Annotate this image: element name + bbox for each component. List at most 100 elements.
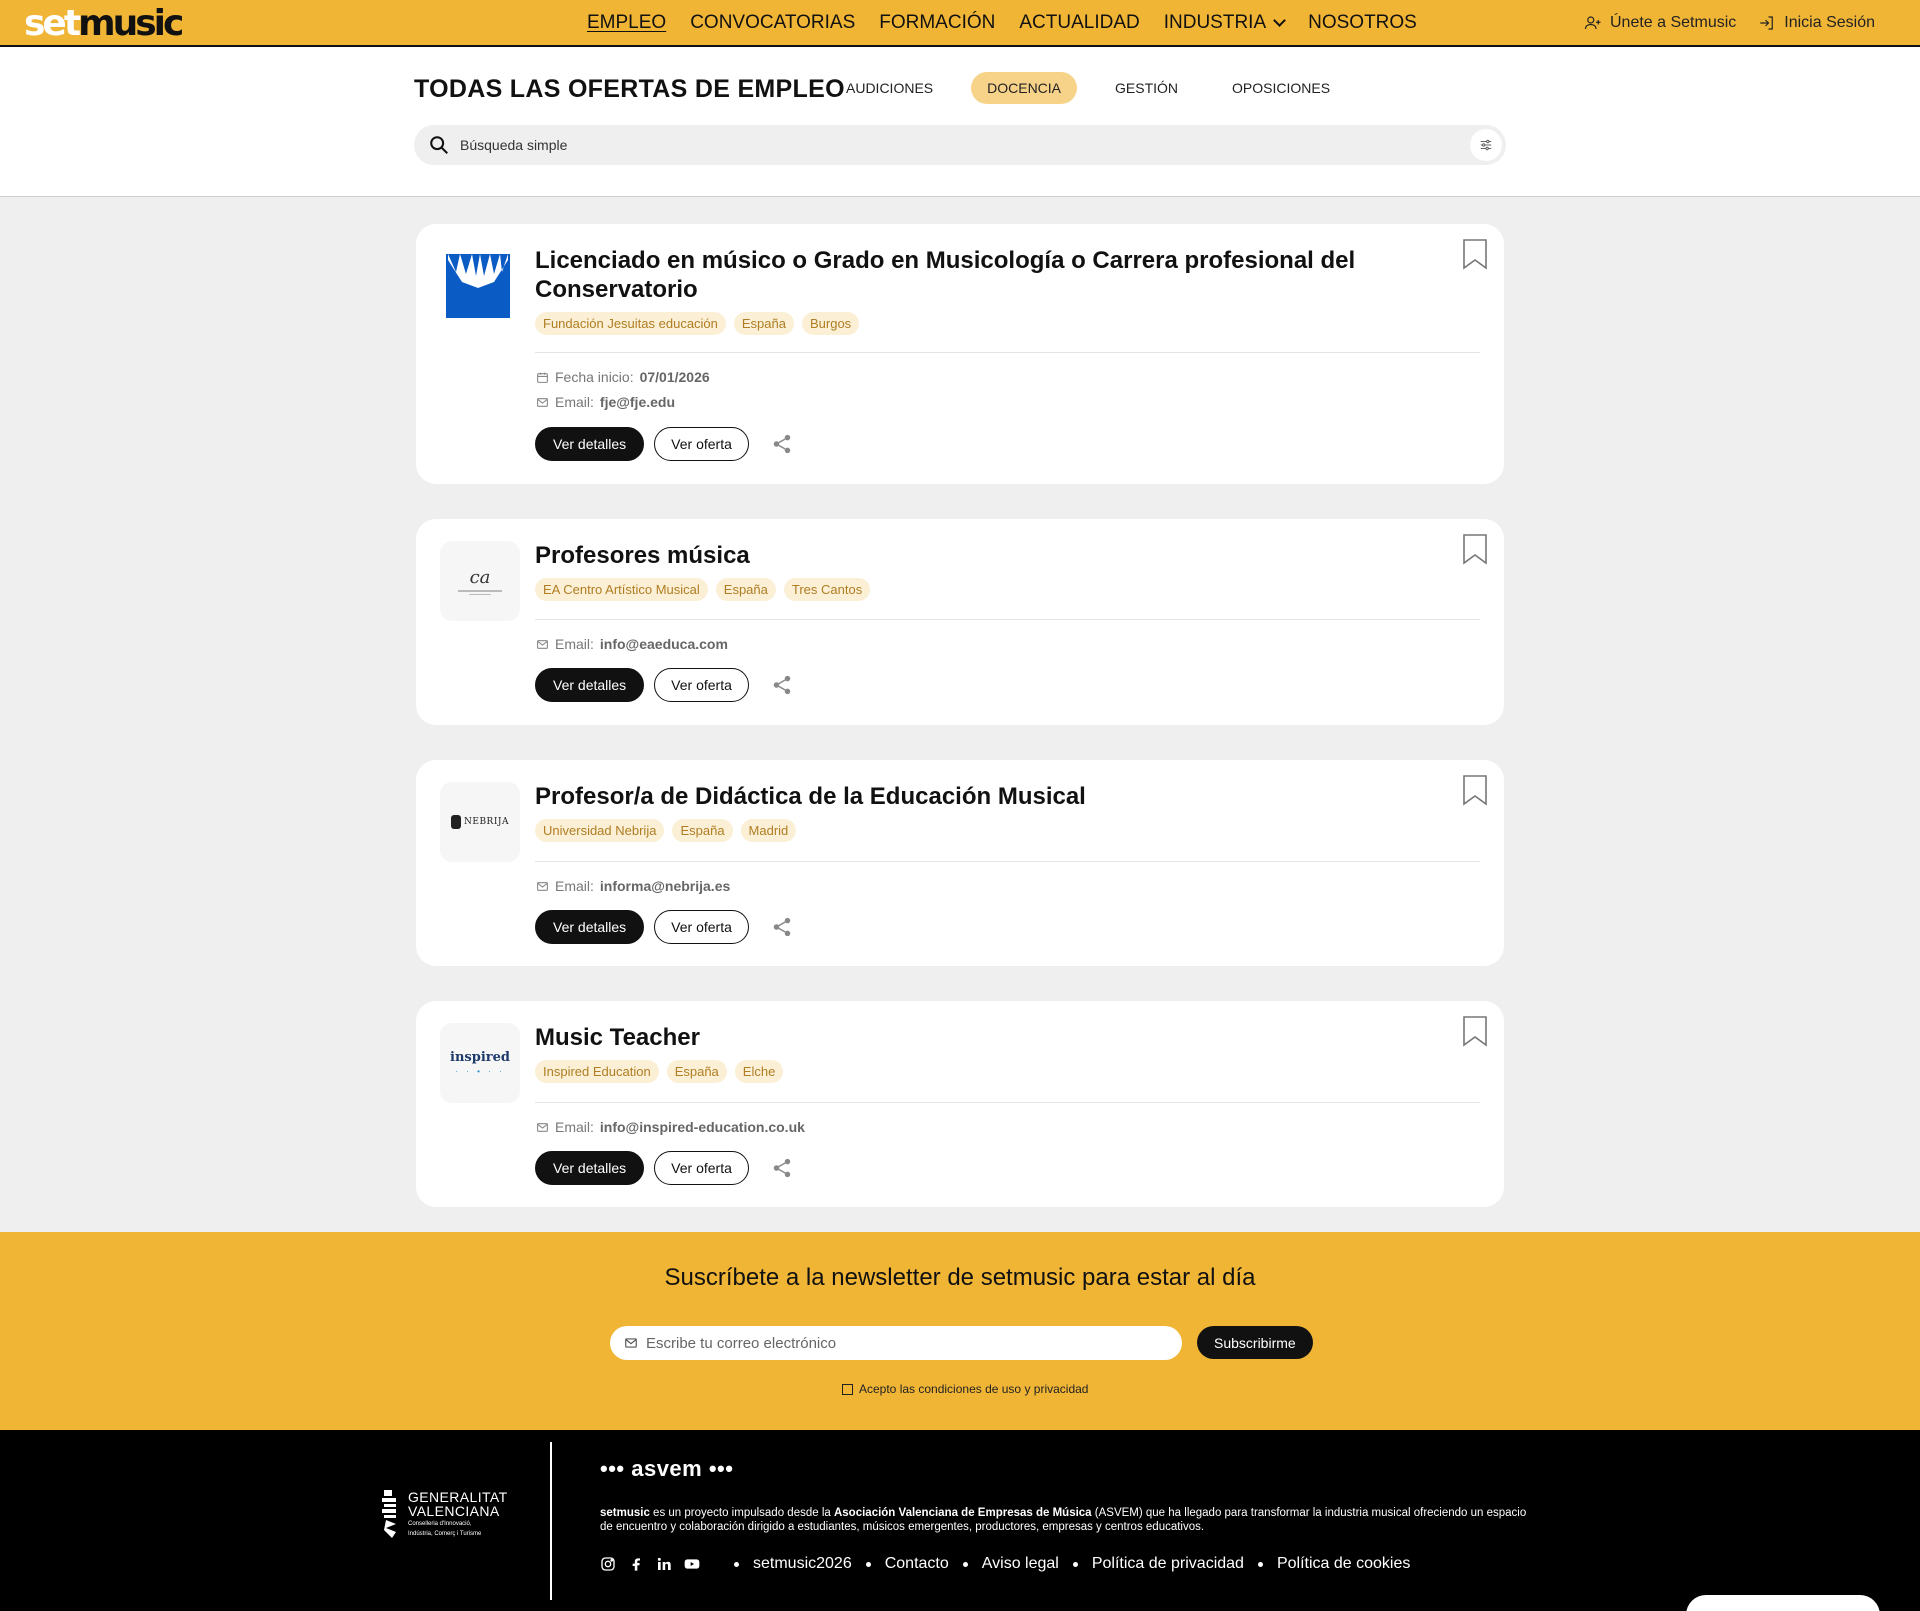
tab-oposiciones[interactable]: OPOSICIONES [1216, 72, 1346, 104]
setmusic-logo[interactable]: set music [24, 3, 184, 44]
facebook-icon[interactable] [628, 1556, 644, 1572]
footer-link-contacto[interactable]: Contacto [885, 1555, 949, 1573]
generalitat-logo: GENERALITAT VALENCIANA Conselleria d'Inn… [382, 1490, 508, 1538]
nav-actualidad[interactable]: ACTUALIDAD [1019, 12, 1139, 34]
tag-country[interactable]: España [715, 578, 776, 601]
search-icon [430, 136, 448, 154]
job-title[interactable]: Licenciado en músico o Grado en Musicolo… [535, 246, 1395, 304]
divider [535, 1102, 1480, 1103]
bookmark-icon[interactable] [1462, 774, 1488, 806]
share-icon[interactable] [771, 1157, 793, 1179]
divider [535, 352, 1480, 353]
offer-button[interactable]: Ver oferta [654, 1151, 749, 1185]
contact-email: Email: info@eaeduca.com [536, 636, 728, 652]
footer-links: setmusic2026 Contacto Aviso legal Políti… [600, 1555, 1410, 1573]
linkedin-icon[interactable] [656, 1556, 672, 1572]
offer-button[interactable]: Ver oferta [654, 910, 749, 944]
newsletter-email-field [610, 1326, 1182, 1360]
search-bar [414, 125, 1506, 165]
details-button[interactable]: Ver detalles [535, 1151, 645, 1185]
nav-formacion[interactable]: FORMACIÓN [879, 12, 995, 34]
footer-link-year[interactable]: setmusic2026 [753, 1555, 852, 1573]
join-link[interactable]: Únete a Setmusic [1584, 14, 1736, 32]
instagram-icon[interactable] [600, 1556, 616, 1572]
job-title[interactable]: Music Teacher [535, 1023, 1395, 1052]
fundacion-jesuitas-logo [446, 254, 510, 318]
details-button[interactable]: Ver detalles [535, 668, 645, 702]
nav-industria[interactable]: INDUSTRIA [1164, 12, 1286, 34]
details-button[interactable]: Ver detalles [535, 910, 645, 944]
tag-city[interactable]: Burgos [801, 312, 860, 335]
newsletter-title: Suscríbete a la newsletter de setmusic p… [664, 1264, 1256, 1291]
tab-gestion[interactable]: GESTIÓN [1099, 72, 1194, 104]
offer-button[interactable]: Ver oferta [654, 668, 749, 702]
company-logo [446, 254, 510, 318]
share-icon[interactable] [771, 433, 793, 455]
footer-link-aviso-legal[interactable]: Aviso legal [982, 1555, 1059, 1573]
card-actions: Ver detalles Ver oferta [535, 910, 793, 944]
company-logo: inspired · · • · · [440, 1023, 520, 1103]
share-icon[interactable] [771, 916, 793, 938]
category-tabs: AUDICIONES DOCENCIA GESTIÓN OPOSICIONES [830, 72, 1368, 104]
share-icon[interactable] [771, 674, 793, 696]
job-card: inspired · · • · · Music Teacher Inspire… [416, 1001, 1504, 1207]
floating-pill-button[interactable] [1686, 1595, 1880, 1611]
company-logo: ca [440, 541, 520, 621]
mail-icon [625, 1338, 637, 1348]
nebrija-logo: NEBRIJA [451, 815, 509, 829]
divider [535, 861, 1480, 862]
subscribe-button[interactable]: Subscribirme [1197, 1326, 1313, 1359]
consent-checkbox[interactable] [842, 1383, 853, 1395]
footer: GENERALITAT VALENCIANA Conselleria d'Inn… [0, 1430, 1920, 1611]
sliders-icon [1480, 139, 1492, 151]
tag-city[interactable]: Madrid [740, 819, 797, 842]
footer-link-privacidad[interactable]: Política de privacidad [1092, 1555, 1244, 1573]
nav-convocatorias[interactable]: CONVOCATORIAS [690, 12, 855, 34]
login-icon [1760, 15, 1774, 30]
tag-city[interactable]: Elche [734, 1060, 784, 1083]
tab-audiciones[interactable]: AUDICIONES [830, 72, 949, 104]
inspired-education-logo: inspired · · • · · [450, 1050, 510, 1076]
main-nav: EMPLEO CONVOCATORIAS FORMACIÓN ACTUALIDA… [587, 0, 1441, 45]
tag-company[interactable]: Fundación Jesuitas educación [535, 312, 726, 335]
contact-email: Email: info@inspired-education.co.uk [536, 1119, 805, 1135]
job-card: Licenciado en músico o Grado en Musicolo… [416, 224, 1504, 484]
footer-about: setmusic es un proyecto impulsado desde … [600, 1507, 1527, 1533]
youtube-icon[interactable] [684, 1556, 700, 1572]
user-plus-icon [1584, 15, 1601, 29]
tag-company[interactable]: Universidad Nebrija [535, 819, 665, 842]
bookmark-icon[interactable] [1462, 533, 1488, 565]
card-actions: Ver detalles Ver oferta [535, 1151, 793, 1185]
nav-empleo[interactable]: EMPLEO [587, 12, 666, 34]
newsletter-email-input[interactable] [646, 1334, 1146, 1352]
filter-button[interactable] [1470, 129, 1502, 161]
divider [535, 619, 1480, 620]
ea-centro-logo: ca [458, 567, 502, 595]
tab-docencia[interactable]: DOCENCIA [971, 72, 1078, 104]
footer-divider [550, 1442, 552, 1600]
start-date: Fecha inicio: 07/01/2026 [536, 369, 710, 385]
job-title[interactable]: Profesores música [535, 541, 1395, 570]
login-link[interactable]: Inicia Sesión [1758, 14, 1875, 32]
company-logo: NEBRIJA [440, 782, 520, 862]
bookmark-icon[interactable] [1462, 1015, 1488, 1047]
tag-city[interactable]: Tres Cantos [783, 578, 871, 601]
tag-country[interactable]: España [733, 312, 794, 335]
footer-link-cookies[interactable]: Política de cookies [1277, 1555, 1410, 1573]
details-button[interactable]: Ver detalles [535, 427, 645, 461]
bookmark-icon[interactable] [1462, 238, 1488, 270]
job-tags: Universidad Nebrija España Madrid [535, 819, 797, 842]
job-title[interactable]: Profesor/a de Didáctica de la Educación … [535, 782, 1395, 811]
newsletter-section: Suscríbete a la newsletter de setmusic p… [0, 1232, 1920, 1430]
consent-checkbox-row[interactable]: Acepto las condiciones de uso y privacid… [842, 1382, 1088, 1396]
nav-nosotros[interactable]: NOSOTROS [1308, 12, 1417, 34]
generalitat-emblem-icon [382, 1490, 396, 1538]
tag-country[interactable]: España [672, 819, 733, 842]
calendar-icon [537, 372, 548, 383]
tag-country[interactable]: España [666, 1060, 727, 1083]
tag-company[interactable]: Inspired Education [535, 1060, 659, 1083]
offer-button[interactable]: Ver oferta [654, 427, 749, 461]
tag-company[interactable]: EA Centro Artístico Musical [535, 578, 708, 601]
search-input[interactable] [460, 137, 1360, 153]
mail-icon [537, 881, 548, 891]
